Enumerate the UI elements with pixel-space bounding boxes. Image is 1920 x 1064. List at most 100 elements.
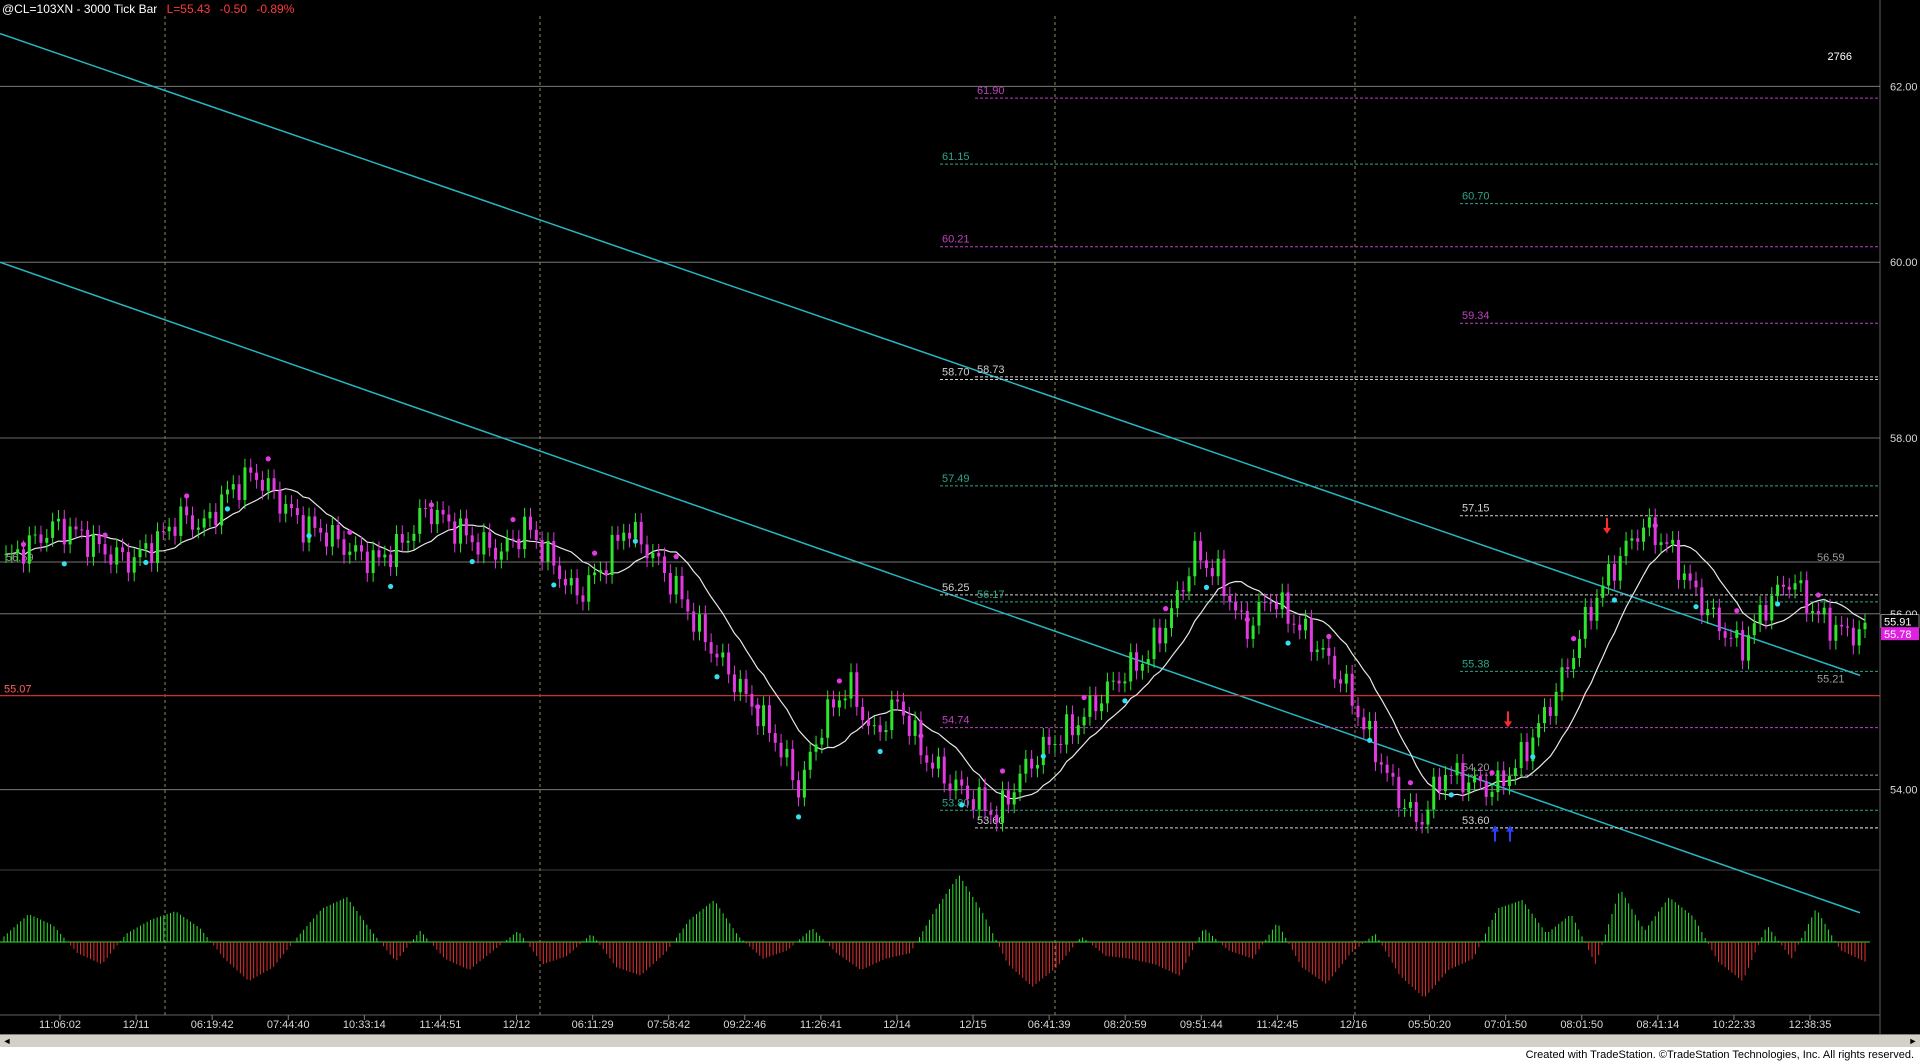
price-bar-body — [1041, 736, 1045, 766]
price-bar-body — [523, 516, 527, 550]
price-bar-body — [1164, 627, 1168, 644]
price-bar-body — [1572, 657, 1576, 670]
time-tick-label: 12/14 — [883, 1019, 911, 1031]
price-bar-body — [231, 484, 235, 490]
price-bar-body — [1140, 663, 1144, 671]
price-bar-body — [1484, 781, 1488, 797]
price-bar-body — [1315, 649, 1319, 653]
level-label: 58.73 — [977, 364, 1005, 376]
scroll-right-icon[interactable]: ► — [1906, 1035, 1920, 1047]
price-bar-body — [785, 748, 789, 758]
price-bar-body — [1537, 723, 1541, 738]
price-bar-body — [272, 478, 276, 491]
swing-pivot-dot — [551, 582, 557, 588]
price-bar-body — [144, 543, 148, 549]
price-bar-body — [1834, 624, 1838, 641]
price-bar-body — [563, 578, 567, 586]
scroll-left-icon[interactable]: ◄ — [0, 1035, 14, 1047]
price-bar-body — [1548, 707, 1552, 716]
time-tick-label: 09:51:44 — [1180, 1019, 1223, 1031]
level-label: 59.34 — [1462, 310, 1490, 322]
price-bar-body — [966, 785, 970, 800]
swing-pivot-dot — [1244, 616, 1250, 623]
price-bar-body — [884, 730, 888, 733]
copyright-text: Created with TradeStation. ©TradeStation… — [1525, 1049, 1914, 1061]
price-bar-body — [1286, 592, 1290, 624]
price-bar-body — [762, 705, 766, 727]
price-bar-body — [1368, 720, 1372, 730]
price-bar-body — [1601, 585, 1605, 598]
price-bar-body — [109, 554, 113, 565]
price-bar-body — [266, 478, 270, 491]
price-bar-body — [237, 484, 241, 500]
price-bar-body — [1280, 592, 1284, 610]
price-bar-body — [1292, 623, 1296, 625]
price-bar-body — [1094, 695, 1098, 712]
price-bar-body — [1187, 576, 1191, 592]
price-bar-body — [220, 494, 224, 526]
price-bar-body — [179, 506, 183, 536]
arrow-head-icon — [1603, 527, 1611, 534]
price-bar-body — [1793, 583, 1797, 590]
price-bar-body — [1379, 762, 1383, 765]
price-bar-body — [290, 503, 294, 508]
price-bar-body — [1408, 802, 1412, 808]
price-bar-body — [1362, 717, 1366, 730]
price-bar-body — [86, 529, 90, 557]
price-bar-body — [709, 642, 713, 654]
price-bar-body — [342, 539, 346, 555]
price-bar-body — [628, 532, 632, 539]
price-bar-body — [616, 534, 620, 541]
price-bar-body — [1729, 637, 1733, 639]
price-bar-body — [721, 652, 725, 658]
price-bar-body — [663, 556, 667, 574]
price-bar-body — [1222, 558, 1226, 596]
price-bar-body — [476, 542, 480, 555]
time-tick-label: 12/16 — [1340, 1019, 1368, 1031]
price-bar-body — [1263, 602, 1267, 604]
price-bar-body — [313, 516, 317, 528]
price-bars — [4, 458, 1867, 834]
price-bar-body — [657, 552, 661, 557]
price-bar-body — [1105, 681, 1109, 704]
time-tick-label: 11:26:41 — [800, 1019, 842, 1031]
price-bar-body — [132, 557, 136, 573]
price-bar-body — [1170, 608, 1174, 628]
regression-channel-line — [0, 32, 1861, 677]
price-bar-body — [960, 779, 964, 786]
price-tick-label: 60.00 — [1890, 257, 1918, 269]
price-bar-body — [1199, 540, 1203, 561]
horizontal-scrollbar[interactable]: ◄ ► — [0, 1034, 1920, 1047]
swing-pivot-dot — [1448, 792, 1454, 798]
price-bar-body — [156, 531, 160, 563]
price-bar-body — [464, 518, 468, 536]
price-bar-body — [447, 514, 451, 522]
price-bar-body — [190, 515, 194, 530]
price-bar-body — [1024, 758, 1028, 774]
price-bar-body — [1065, 714, 1069, 745]
price-chart[interactable]: 62.0060.0058.0056.0054.0011:06:0212/1106… — [0, 0, 1920, 1034]
time-tick-label: 06:19:42 — [191, 1019, 234, 1031]
price-bar-body — [971, 799, 975, 810]
price-bar-body — [1857, 629, 1861, 646]
time-tick-label: 10:22:33 — [1712, 1019, 1755, 1031]
price-bar-body — [732, 674, 736, 693]
price-bar-body — [33, 534, 37, 536]
price-bar-body — [1181, 590, 1185, 592]
price-bar-body — [1653, 517, 1657, 545]
swing-pivot-dot — [1652, 523, 1658, 529]
price-bar-body — [377, 550, 381, 558]
price-bar-body — [453, 521, 457, 544]
price-bar-body — [202, 518, 206, 528]
time-tick-label: 06:11:29 — [572, 1019, 614, 1031]
swing-pivot-dot — [959, 802, 965, 808]
price-bar-body — [1822, 607, 1826, 615]
price-bar-body — [1123, 681, 1127, 684]
price-bar-body — [1111, 680, 1115, 682]
price-bar-body — [995, 814, 999, 823]
price-bar-body — [16, 549, 20, 554]
price-bar-body — [931, 762, 935, 769]
price-tick-label: 58.00 — [1890, 433, 1918, 445]
time-tick-label: 12:38:35 — [1789, 1019, 1832, 1031]
time-tick-label: 12/12 — [503, 1019, 531, 1031]
